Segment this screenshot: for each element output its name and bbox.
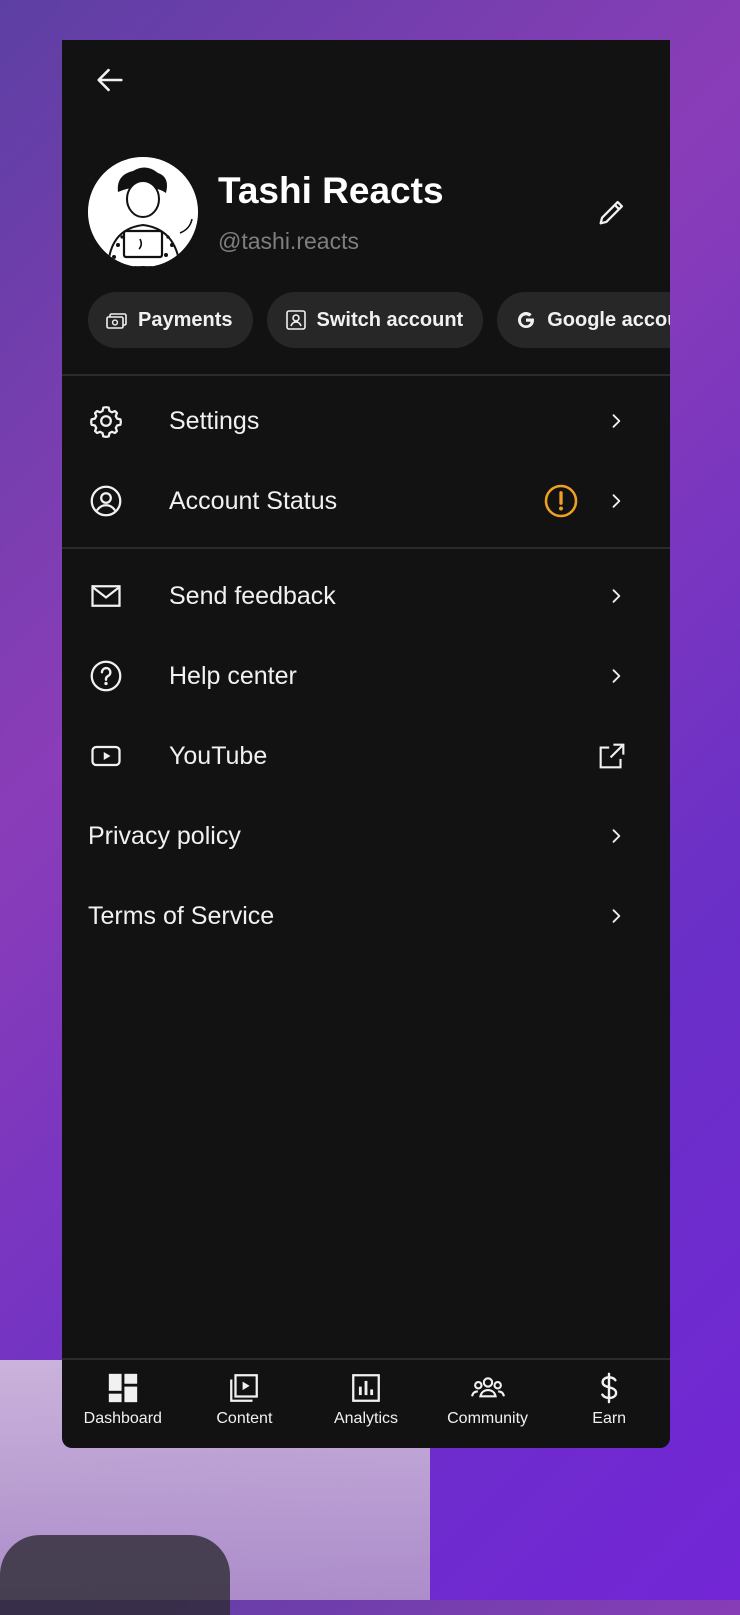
warning-icon [542,482,580,520]
chevron-right-icon [602,407,630,435]
channel-handle: @tashi.reacts [218,228,359,254]
nav-community[interactable]: Community [427,1360,549,1448]
account-status-label: Account Status [169,486,338,515]
divider [62,547,670,549]
channel-name: Tashi Reacts [218,170,444,211]
send-feedback-item[interactable]: Send feedback [62,556,670,636]
nav-content[interactable]: Content [184,1360,306,1448]
terms-of-service-item[interactable]: Terms of Service [62,876,670,956]
community-icon [470,1370,506,1406]
privacy-policy-item[interactable]: Privacy policy [62,796,670,876]
account-status-item[interactable]: Account Status [62,461,670,541]
account-menu-screen: Tashi Reacts @tashi.reacts Payments Swit… [62,40,670,1448]
payments-icon [104,307,130,333]
analytics-icon [348,1370,384,1406]
google-account-chip[interactable]: Google account [497,292,670,348]
help-icon [88,658,124,694]
youtube-label: YouTube [169,741,268,770]
content-icon [226,1370,262,1406]
background-object [0,1535,230,1615]
nav-dashboard[interactable]: Dashboard [62,1360,184,1448]
nav-analytics[interactable]: Analytics [305,1360,427,1448]
pencil-icon [599,200,624,225]
payments-chip-label: Payments [138,308,233,331]
avatar[interactable] [88,157,198,267]
nav-content-label: Content [216,1410,273,1427]
settings-label: Settings [169,406,260,435]
back-button[interactable] [88,58,132,102]
account-chips-row: Payments Switch account Google account [88,292,670,348]
payments-chip[interactable]: Payments [88,292,253,348]
privacy-policy-label: Privacy policy [88,821,241,850]
bottom-navigation: Dashboard Content Analytics Community Ea… [62,1358,670,1448]
chevron-right-icon [602,822,630,850]
nav-analytics-label: Analytics [333,1410,398,1427]
avatar-illustration [88,157,198,267]
divider [62,374,670,376]
edit-profile-button[interactable] [590,190,634,234]
nav-earn[interactable]: Earn [548,1360,670,1448]
earn-icon [591,1370,627,1406]
terms-of-service-label: Terms of Service [88,901,275,930]
help-center-label: Help center [169,661,297,690]
youtube-icon [88,738,124,774]
account-circle-icon [88,483,124,519]
nav-dashboard-label: Dashboard [83,1410,162,1427]
mail-icon [88,578,124,614]
open-external-icon [594,738,630,774]
chevron-right-icon [602,582,630,610]
chevron-right-icon [602,487,630,515]
help-center-item[interactable]: Help center [62,636,670,716]
send-feedback-label: Send feedback [169,581,336,610]
nav-community-label: Community [447,1410,529,1427]
google-icon [513,307,539,333]
google-account-chip-label: Google account [547,308,670,331]
chevron-right-icon [602,902,630,930]
dashboard-icon [105,1370,141,1406]
nav-earn-label: Earn [592,1410,627,1427]
back-arrow-icon [97,68,123,92]
chevron-right-icon [602,662,630,690]
settings-item[interactable]: Settings [62,381,670,461]
gear-icon [88,403,124,439]
switch-account-chip[interactable]: Switch account [266,292,484,348]
switch-account-chip-label: Switch account [316,308,464,331]
switch-account-icon [283,307,309,333]
youtube-item[interactable]: YouTube [62,716,670,796]
